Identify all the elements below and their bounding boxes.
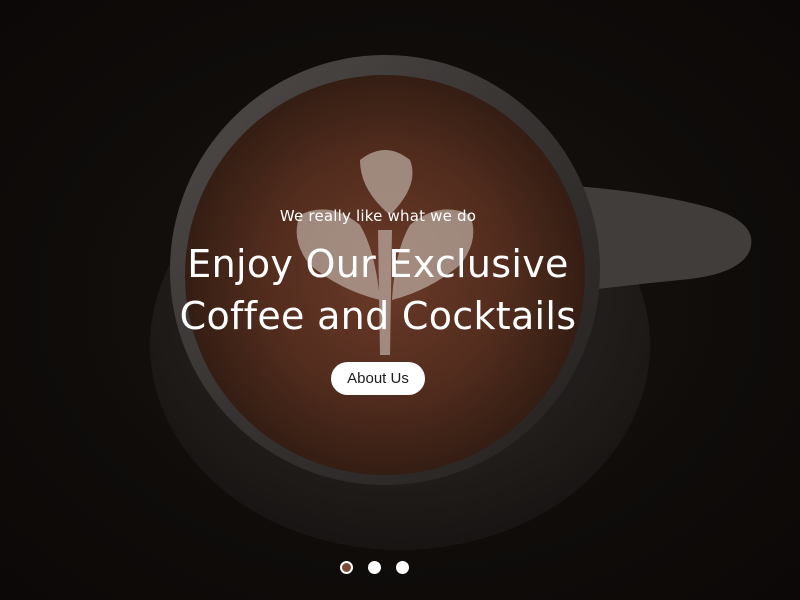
slider-dot-1[interactable] — [340, 561, 353, 574]
about-us-button[interactable]: About Us — [331, 362, 425, 395]
slider-dots — [340, 561, 409, 574]
hero-title-line-1: Enjoy Our Exclusive — [187, 242, 569, 286]
hero-title: Enjoy Our Exclusive Coffee and Cocktails — [0, 238, 756, 342]
hero-content: We really like what we do Enjoy Our Excl… — [0, 0, 800, 600]
hero-subtitle: We really like what we do — [279, 207, 477, 225]
slider-dot-2[interactable] — [368, 561, 381, 574]
slider-dot-3[interactable] — [396, 561, 409, 574]
hero-title-line-2: Coffee and Cocktails — [179, 294, 577, 338]
hero-section: We really like what we do Enjoy Our Excl… — [0, 0, 800, 600]
